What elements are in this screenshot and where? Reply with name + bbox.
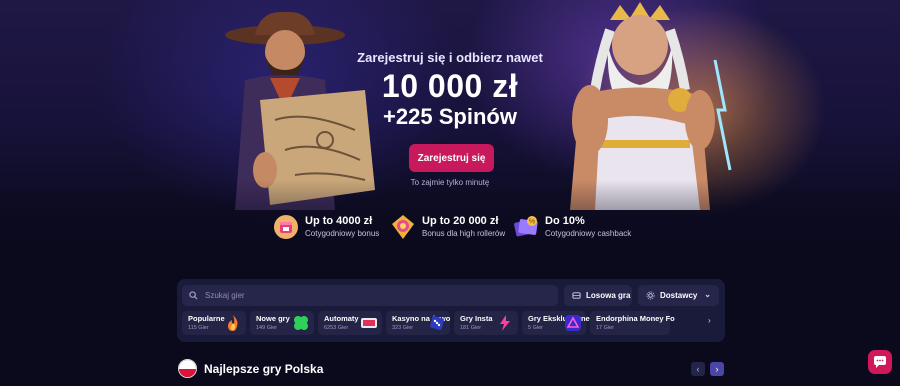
register-button[interactable]: Zarejestruj się [409, 144, 494, 172]
chevron-right-icon[interactable]: › [708, 316, 711, 325]
dice-icon [430, 316, 444, 330]
hero-spins: +225 Spinów [383, 104, 517, 129]
chat-button[interactable] [868, 350, 892, 374]
exclusive-icon [565, 315, 581, 331]
section-title: Najlepsze gry Polska [204, 361, 324, 376]
fire-icon [228, 315, 238, 331]
category-endorphina-money[interactable]: Endorphina Money Fo 17 Gier [590, 311, 675, 335]
perk-title: Up to 20 000 zł [422, 214, 499, 227]
carousel-next-button[interactable]: › [710, 362, 724, 376]
category-exclusive[interactable]: Gry Ekskluzywne 5 Gier [522, 311, 590, 335]
svg-text:%: % [529, 219, 535, 226]
perk-high-roller: Up to 20 000 zł Bonus dla high rollerów [390, 214, 505, 240]
perk-weekly-bonus: Up to 4000 zł Cotygodniowy bonus [273, 214, 379, 240]
category-insta-games[interactable]: Gry Insta 181 Gier [454, 311, 518, 335]
perk-subtitle: Bonus dla high rollerów [422, 228, 506, 238]
providers-icon [646, 291, 655, 300]
game-search-panel: Losowa gra Dostawcy ⌄ Popularne 115 Gier… [177, 279, 725, 342]
chat-icon [874, 356, 886, 368]
perk-cashback: % Do 10% Cotygodniowy cashback [513, 214, 631, 240]
perks-row: Up to 4000 zł Cotygodniowy bonus Up to 2… [0, 214, 900, 250]
search-icon [189, 291, 198, 300]
random-game-icon [572, 292, 581, 299]
cashback-icon: % [514, 216, 538, 237]
random-game-button[interactable]: Losowa gra [564, 285, 632, 306]
perk-subtitle: Cotygodniowy bonus [305, 228, 380, 238]
random-game-label: Losowa gra [586, 291, 631, 300]
providers-dropdown[interactable]: Dostawcy ⌄ [638, 285, 719, 306]
perk-subtitle: Cotygodniowy cashback [545, 228, 632, 238]
hero-subtitle: Zarejestruj się i odbierz nawet [357, 50, 543, 65]
slot-icon [361, 318, 377, 328]
category-list: Popularne 115 Gier Nowe gry 149 Gier Aut… [182, 311, 722, 335]
chevron-down-icon: ⌄ [704, 290, 711, 299]
gift-calendar-icon [274, 215, 298, 239]
category-slots[interactable]: Automaty 6253 Gier [318, 311, 382, 335]
hero-note: To zajmie tylko minutę [410, 178, 490, 187]
perk-title: Do 10% [545, 214, 585, 227]
search-box[interactable] [182, 285, 558, 306]
category-popular[interactable]: Popularne 115 Gier [182, 311, 246, 335]
providers-label: Dostawcy [660, 291, 698, 300]
clover-icon [294, 316, 308, 330]
medal-icon [392, 215, 414, 239]
category-count: 17 Gier [596, 325, 615, 331]
poland-flag-icon [178, 359, 197, 378]
category-live-casino[interactable]: Kasyno na żywo 323 Gier [386, 311, 450, 335]
lightning-icon [500, 315, 510, 331]
search-input[interactable] [203, 290, 507, 301]
section-header: Najlepsze gry Polska [178, 359, 323, 378]
category-name: Endorphina Money Fo [596, 314, 675, 323]
hero-bonus-amount: 10 000 zł [381, 68, 519, 104]
category-new-games[interactable]: Nowe gry 149 Gier [250, 311, 314, 335]
carousel-prev-button[interactable]: ‹ [691, 362, 705, 376]
perk-title: Up to 4000 zł [305, 214, 373, 227]
